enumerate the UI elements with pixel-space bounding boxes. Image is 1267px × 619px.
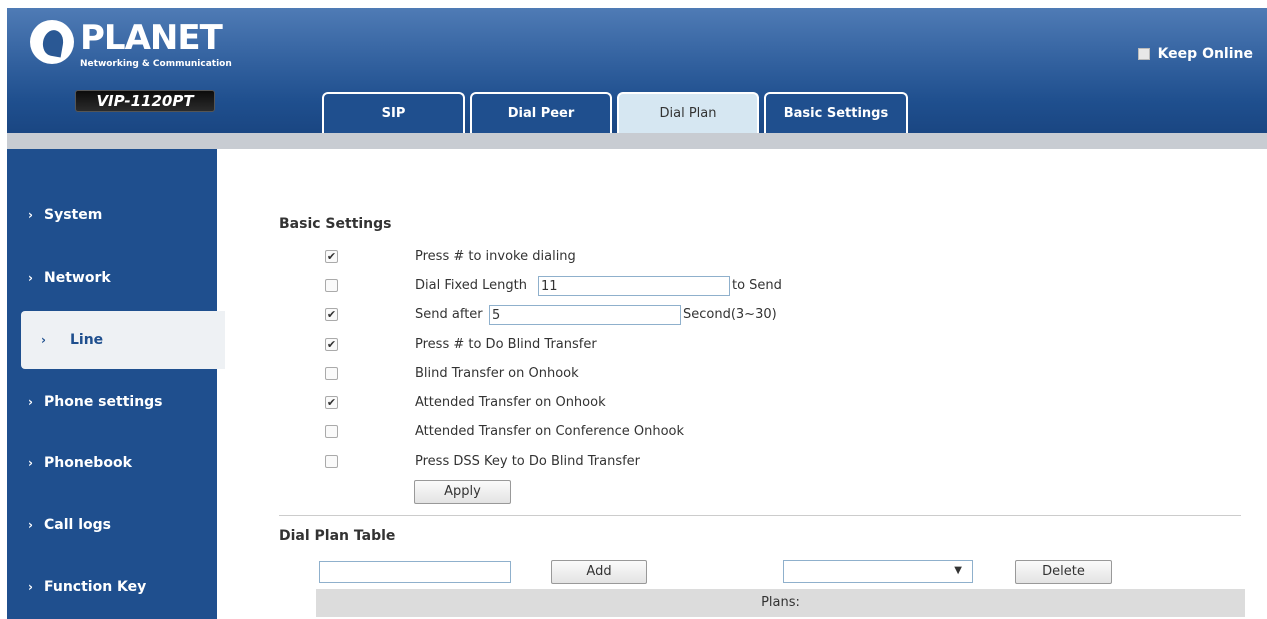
chevron-right-icon: › bbox=[28, 395, 33, 409]
option-checkbox[interactable]: ✔ bbox=[325, 396, 338, 409]
option-label: Blind Transfer on Onhook bbox=[415, 366, 579, 381]
chevron-right-icon: › bbox=[28, 208, 33, 222]
chevron-right-icon: › bbox=[41, 333, 46, 347]
dial-plan-table-title: Dial Plan Table bbox=[279, 528, 396, 544]
dial-plan-input[interactable] bbox=[319, 561, 511, 583]
basic-settings-title: Basic Settings bbox=[279, 216, 392, 232]
option-checkbox[interactable]: ✔ bbox=[325, 250, 338, 263]
option-suffix: to Send bbox=[732, 278, 782, 293]
chevron-right-icon: › bbox=[28, 580, 33, 594]
chevron-right-icon: › bbox=[28, 518, 33, 532]
dial-fixed-length-input[interactable] bbox=[538, 276, 730, 296]
chevron-right-icon: › bbox=[28, 456, 33, 470]
keep-online-toggle[interactable]: Keep Online bbox=[1137, 46, 1253, 62]
header-divider bbox=[7, 133, 1267, 149]
option-label: Send after bbox=[415, 307, 483, 322]
sidebar-item-line[interactable]: › Line bbox=[21, 311, 225, 369]
option-label: Press # to invoke dialing bbox=[415, 249, 576, 264]
option-checkbox[interactable]: ✔ bbox=[325, 308, 338, 321]
plans-header: Plans: bbox=[316, 589, 1245, 617]
tab-sip[interactable]: SIP bbox=[322, 92, 465, 133]
sidebar-item-label: Line bbox=[70, 332, 104, 348]
option-label: Attended Transfer on Conference Onhook bbox=[415, 424, 685, 439]
section-divider bbox=[279, 515, 1241, 516]
sidebar-item-function-key[interactable]: › Function Key bbox=[7, 558, 217, 616]
keep-online-label: Keep Online bbox=[1157, 46, 1253, 62]
sidebar-item-label: Call logs bbox=[44, 517, 111, 533]
sidebar: › System › Network › Line › Phone settin… bbox=[7, 149, 225, 619]
sidebar-item-network[interactable]: › Network bbox=[7, 249, 217, 307]
logo-icon bbox=[30, 20, 74, 64]
planet-logo: PLANET Networking & Communication bbox=[30, 18, 232, 78]
tab-dial-plan[interactable]: Dial Plan bbox=[617, 92, 759, 133]
option-suffix: Second(3~30) bbox=[683, 307, 777, 322]
chevron-down-icon: ▼ bbox=[954, 565, 962, 576]
logo-subtitle: Networking & Communication bbox=[80, 59, 232, 69]
delete-button[interactable]: Delete bbox=[1015, 560, 1112, 584]
sidebar-item-call-logs[interactable]: › Call logs bbox=[7, 496, 217, 554]
sidebar-item-label: Phonebook bbox=[44, 455, 132, 471]
tab-dial-peer[interactable]: Dial Peer bbox=[470, 92, 612, 133]
option-checkbox[interactable] bbox=[325, 367, 338, 380]
tab-basic-settings[interactable]: Basic Settings bbox=[764, 92, 908, 133]
option-checkbox[interactable]: ✔ bbox=[325, 338, 338, 351]
keep-online-checkbox[interactable] bbox=[1137, 48, 1150, 60]
apply-button[interactable]: Apply bbox=[414, 480, 511, 504]
logo-text: PLANET bbox=[80, 18, 223, 58]
add-button[interactable]: Add bbox=[551, 560, 647, 584]
option-label: Attended Transfer on Onhook bbox=[415, 395, 606, 410]
option-checkbox[interactable] bbox=[325, 425, 338, 438]
dial-plan-select[interactable]: ▼ bbox=[783, 560, 973, 583]
tab-bar: SIP Dial Peer Dial Plan Basic Settings bbox=[322, 92, 908, 133]
model-badge: VIP-1120PT bbox=[75, 90, 215, 112]
sidebar-item-label: Network bbox=[44, 270, 111, 286]
sidebar-item-system[interactable]: › System bbox=[7, 186, 217, 244]
option-checkbox[interactable] bbox=[325, 455, 338, 468]
option-checkbox[interactable] bbox=[325, 279, 338, 292]
option-label: Press # to Do Blind Transfer bbox=[415, 337, 597, 352]
sidebar-item-label: Phone settings bbox=[44, 394, 163, 410]
option-label: Press DSS Key to Do Blind Transfer bbox=[415, 454, 641, 469]
send-after-input[interactable] bbox=[489, 305, 681, 325]
option-label: Dial Fixed Length bbox=[415, 278, 527, 293]
sidebar-item-phone-settings[interactable]: › Phone settings bbox=[7, 373, 217, 431]
sidebar-item-phonebook[interactable]: › Phonebook bbox=[7, 434, 217, 492]
sidebar-item-label: Function Key bbox=[44, 579, 147, 595]
sidebar-item-label: System bbox=[44, 207, 103, 223]
chevron-right-icon: › bbox=[28, 271, 33, 285]
